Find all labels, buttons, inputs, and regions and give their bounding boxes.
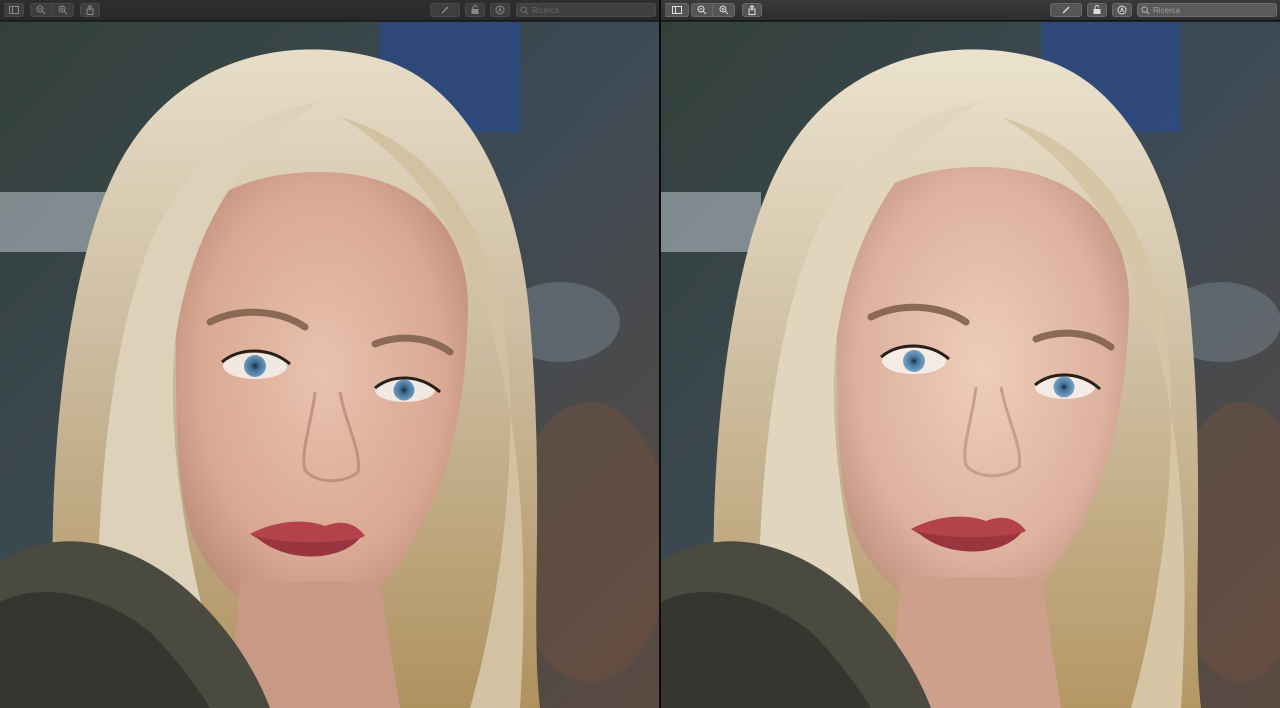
toolbar [0,0,659,21]
zoom-out-icon[interactable] [691,3,713,17]
search-field[interactable] [1137,3,1277,17]
portrait-photo [0,22,659,708]
rotate-icon[interactable] [465,3,485,17]
search-icon [1141,5,1150,14]
markup-pen-icon[interactable] [430,3,460,17]
portrait-photo [661,22,1280,708]
view-menu[interactable] [665,3,689,17]
photo-canvas [0,22,659,708]
share-icon[interactable] [80,3,100,17]
share-icon[interactable] [742,3,762,17]
zoom-out-icon[interactable] [30,3,52,17]
search-field[interactable] [516,3,656,17]
zoom-in-icon[interactable] [52,3,74,17]
rotate-icon[interactable] [1087,3,1107,17]
photo-canvas [661,22,1280,708]
search-input[interactable] [529,5,655,15]
toolbar [661,0,1280,21]
annotate-icon[interactable] [1112,3,1132,17]
preview-window-right [661,0,1280,708]
view-menu[interactable] [4,3,24,17]
preview-window-left [0,0,659,708]
search-input[interactable] [1150,5,1276,15]
sidebar-icon[interactable] [4,3,24,17]
zoom-in-icon[interactable] [713,3,735,17]
markup-pen-icon[interactable] [1050,3,1082,17]
sidebar-icon[interactable] [665,3,689,17]
search-icon [520,5,529,14]
zoom-controls [691,3,735,17]
zoom-controls [30,3,74,17]
annotate-icon[interactable] [490,3,510,17]
